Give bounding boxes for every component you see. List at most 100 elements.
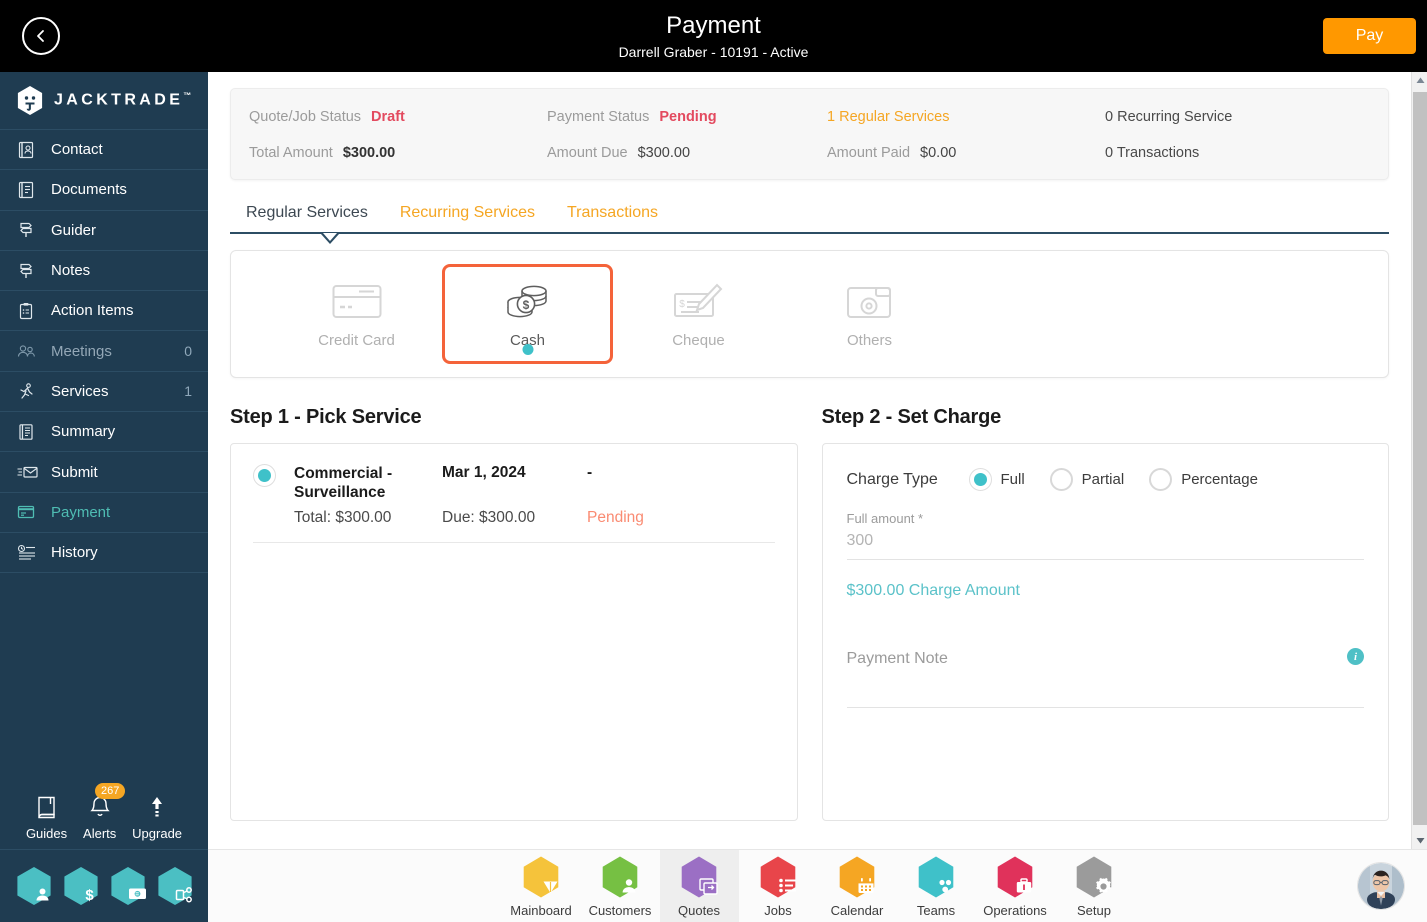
summary-regular-services[interactable]: 1 Regular Services [827, 109, 1105, 125]
summary-label: Amount Paid [827, 145, 911, 161]
summary-transactions: 0 Transactions [1105, 145, 1370, 161]
summary-row-1: Quote/Job Status Draft Payment Status Pe… [249, 109, 1370, 125]
radio-percentage[interactable] [1149, 468, 1173, 491]
radio-label: Percentage [1181, 471, 1258, 488]
jobs-icon [758, 855, 798, 899]
scroll-up-arrow-icon[interactable] [1412, 72, 1427, 89]
back-button[interactable] [22, 17, 60, 55]
service-tabs: Regular Services Recurring Services Tran… [230, 196, 1389, 244]
info-icon[interactable]: i [1347, 648, 1364, 665]
sidebar-item-payment[interactable]: Payment [0, 493, 208, 533]
upgrade-button[interactable]: Upgrade [132, 795, 182, 841]
payment-method-credit-card[interactable]: Credit Card [271, 264, 442, 364]
payment-note-label[interactable]: Payment Note [847, 650, 1365, 668]
full-amount-field[interactable]: Full amount * 300 [846, 511, 1365, 560]
brand-logo[interactable]: JACKTRADE™ [0, 72, 208, 130]
setup-gear-icon [1074, 855, 1114, 899]
payment-note-field[interactable]: Payment Note i [846, 648, 1365, 708]
sidebar-item-label: Action Items [51, 302, 134, 320]
quick-action-workflow[interactable] [157, 866, 193, 906]
vertical-scrollbar[interactable] [1411, 72, 1427, 849]
charge-type-option-percentage[interactable]: Percentage [1149, 468, 1258, 491]
charge-type-option-full[interactable]: Full [968, 468, 1025, 491]
bottom-nav-customers[interactable]: Customers [581, 850, 660, 922]
pay-button[interactable]: Pay [1323, 18, 1416, 54]
guides-button[interactable]: Guides [26, 795, 67, 841]
sidebar-item-notes[interactable]: Notes [0, 251, 208, 292]
bottom-nav-mainboard[interactable]: Mainboard [502, 850, 581, 922]
bottom-nav-jobs[interactable]: Jobs [739, 850, 818, 922]
summary-amount-paid: Amount Paid $0.00 [827, 145, 1105, 161]
payment-method-cash[interactable]: $ Cash [442, 264, 613, 364]
header-title-block: Payment Darrell Graber - 10191 - Active [0, 0, 1427, 72]
trademark-mark: ™ [183, 91, 192, 101]
back-chevron-icon [34, 29, 48, 43]
alerts-button[interactable]: 267 Alerts [83, 783, 126, 841]
bottom-nav-label: Mainboard [510, 902, 572, 918]
sidebar-item-summary[interactable]: Summary [0, 412, 208, 453]
selected-method-indicator [522, 344, 533, 355]
charge-type-label: Charge Type [846, 470, 938, 488]
charge-type-option-partial[interactable]: Partial [1049, 468, 1124, 491]
sidebar-item-count: 0 [184, 343, 192, 360]
quick-action-money-transfer[interactable] [110, 866, 146, 906]
summary-quote-job-status: Quote/Job Status Draft [249, 109, 547, 125]
transactions-count: 0 Transactions [1105, 145, 1200, 161]
steps-container: Step 1 - Pick Service Commercial - Surve… [230, 406, 1389, 821]
sidebar-item-label: Guider [51, 221, 97, 239]
bottom-nav-label: Jobs [764, 902, 792, 918]
cheque-pen-icon: $ [673, 280, 725, 324]
step2-title: Step 2 - Set Charge [821, 406, 1002, 428]
sidebar-item-submit[interactable]: Submit [0, 452, 208, 493]
summary-payment-status: Payment Status Pending [547, 109, 827, 125]
bottom-nav-teams[interactable]: Teams [897, 850, 976, 922]
sidebar-item-services[interactable]: Services 1 [0, 372, 208, 413]
summary-row-2: Total Amount $300.00 Amount Due $300.00 … [249, 145, 1370, 161]
sidebar-item-contact[interactable]: Contact [0, 130, 208, 171]
sidebar-item-label: Summary [51, 423, 116, 441]
sidebar-item-guider[interactable]: Guider [0, 211, 208, 251]
jacktrade-hex-logo-icon [16, 85, 44, 116]
scroll-down-arrow-icon[interactable] [1412, 832, 1427, 849]
bottom-nav-setup[interactable]: Setup [1055, 850, 1134, 922]
submit-envelope-icon [17, 462, 39, 482]
svg-text:$: $ [522, 298, 529, 312]
sidebar-item-label: Notes [51, 262, 91, 280]
sidebar-item-action-items[interactable]: Action Items [0, 291, 208, 332]
payment-method-selector: Credit Card $ Cash $ Cheque Others [230, 250, 1389, 378]
tab-transactions[interactable]: Transactions [551, 204, 674, 232]
tab-recurring-services[interactable]: Recurring Services [384, 204, 551, 232]
full-amount-label: Full amount * [846, 511, 924, 526]
service-select-radio[interactable] [253, 464, 276, 487]
sidebar-item-documents[interactable]: Documents [0, 170, 208, 211]
summary-value: $0.00 [920, 145, 957, 161]
quotes-icon [679, 855, 719, 899]
regular-services-link[interactable]: 1 Regular Services [827, 109, 950, 125]
operations-icon [995, 855, 1035, 899]
scrollbar-thumb[interactable] [1413, 92, 1427, 825]
summary-label: Amount Due [547, 145, 628, 161]
bottom-nav-quotes[interactable]: Quotes [659, 849, 739, 922]
service-date: Mar 1, 2024 [442, 464, 526, 481]
sidebar-item-label: Services [51, 382, 109, 400]
summary-book-icon [17, 422, 39, 442]
avatar[interactable] [1357, 862, 1405, 910]
full-amount-input[interactable]: 300 [847, 532, 1365, 550]
payment-method-others[interactable]: Others [784, 264, 955, 364]
sidebar-item-label: Meetings [51, 342, 112, 360]
payment-method-cheque[interactable]: $ Cheque [613, 264, 784, 364]
tab-regular-services[interactable]: Regular Services [230, 204, 384, 232]
sidebar-item-history[interactable]: History [0, 533, 208, 574]
sidebar-item-label: Submit [51, 463, 98, 481]
service-row[interactable]: Commercial - Surveillance Mar 1, 2024 - … [231, 444, 797, 542]
sidebar-item-meetings[interactable]: Meetings 0 [0, 331, 208, 372]
service-name: Commercial - Surveillance [294, 465, 393, 501]
bottom-nav-operations[interactable]: Operations [976, 850, 1055, 922]
bottom-nav-calendar[interactable]: Calendar [818, 850, 897, 922]
sidebar-nav: Contact Documents Guider Notes Action It… [0, 130, 208, 574]
radio-partial[interactable] [1049, 468, 1073, 491]
quick-action-person[interactable] [16, 866, 52, 906]
radio-full[interactable] [968, 468, 992, 491]
content-inner: Quote/Job Status Draft Payment Status Pe… [208, 72, 1411, 821]
quick-action-dollar[interactable]: $ [63, 866, 99, 906]
